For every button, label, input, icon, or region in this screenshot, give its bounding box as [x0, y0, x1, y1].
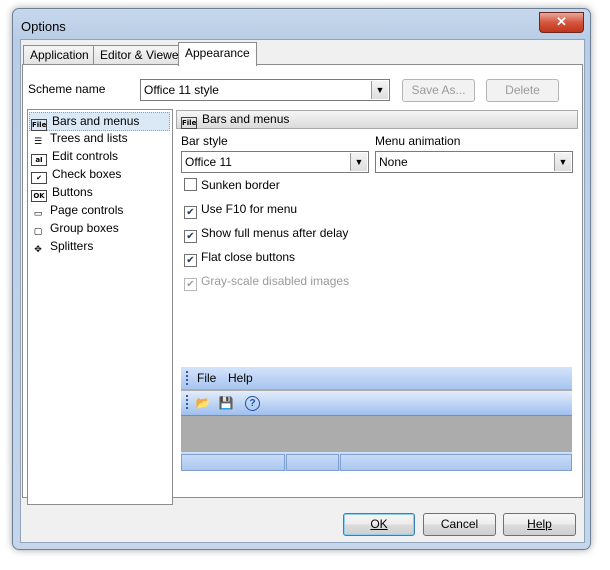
status-pane	[181, 454, 285, 471]
bar-style-label: Bar style	[181, 134, 228, 148]
tab-label: Appearance	[185, 46, 250, 60]
checkbox-label: Use F10 for menu	[201, 202, 298, 216]
tree-item-group-boxes[interactable]: ▢ Group boxes	[30, 220, 119, 237]
checkbox-box[interactable]	[184, 178, 197, 191]
title-bar[interactable]: Options ✕	[13, 9, 590, 39]
tab-label: Application	[30, 48, 89, 62]
menu-animation-select[interactable]: None ▼	[375, 151, 573, 173]
splitter-icon: ✥	[34, 245, 42, 255]
open-folder-icon[interactable]: 📂	[195, 395, 211, 411]
button-label: Cancel	[440, 517, 479, 531]
menu-animation-value: None	[379, 155, 408, 169]
tree-item-bars-and-menus[interactable]: File Bars and menus	[29, 112, 170, 131]
section-header: File Bars and menus	[176, 110, 578, 129]
tree-item-check-boxes[interactable]: ✔ Check boxes	[30, 166, 122, 184]
sunken-border-checkbox[interactable]: Sunken border	[184, 177, 280, 193]
tree-item-edit-controls[interactable]: aI Edit controls	[30, 148, 119, 166]
save-as-button[interactable]: Save As...	[402, 79, 475, 102]
checkbox-icon: ✔	[31, 172, 47, 184]
section-title: Bars and menus	[202, 112, 290, 126]
tree-list-icon: ☰	[33, 137, 43, 147]
tree-item-label: Check boxes	[52, 167, 122, 181]
close-icon: ✕	[556, 14, 567, 29]
tree-item-buttons[interactable]: OK Buttons	[30, 184, 93, 202]
cancel-button[interactable]: Cancel	[423, 513, 496, 536]
checkbox-label: Flat close buttons	[201, 250, 296, 264]
use-f10-checkbox[interactable]: ✔ Use F10 for menu	[184, 201, 298, 219]
preview-menu-file[interactable]: File	[197, 371, 216, 385]
tab-appearance[interactable]: Appearance	[178, 42, 257, 66]
preview-menubar: File Help	[181, 367, 572, 389]
dialog-client: Application Editor & Viewers Appearance …	[20, 39, 585, 543]
button-label: OK	[370, 517, 388, 531]
tree-item-label: Buttons	[52, 185, 93, 199]
menu-animation-label: Menu animation	[375, 134, 461, 148]
bar-style-select[interactable]: Office 11 ▼	[181, 151, 369, 173]
grip-icon	[186, 371, 188, 385]
chevron-down-icon[interactable]: ▼	[554, 153, 571, 171]
menu-icon: File	[181, 117, 197, 129]
checkmark-icon[interactable]: ✔	[184, 254, 197, 267]
status-pane	[286, 454, 339, 471]
tree-item-label: Bars and menus	[52, 114, 140, 128]
chevron-down-icon[interactable]: ▼	[371, 81, 388, 99]
scheme-name-label: Scheme name	[28, 82, 106, 96]
tree-item-splitters[interactable]: ✥ Splitters	[30, 238, 93, 255]
tree-item-trees-and-lists[interactable]: ☰ Trees and lists	[30, 130, 128, 147]
checkbox-label: Gray-scale disabled images	[201, 274, 350, 288]
tree-item-label: Page controls	[50, 203, 124, 217]
tree-item-label: Splitters	[50, 239, 94, 253]
tab-application[interactable]: Application	[23, 45, 96, 65]
group-box-icon: ▢	[33, 227, 43, 237]
preview-statusbar	[181, 452, 572, 471]
edit-control-icon: aI	[31, 154, 47, 166]
bar-style-value: Office 11	[185, 155, 232, 169]
delete-button[interactable]: Delete	[486, 79, 559, 102]
chevron-down-icon[interactable]: ▼	[350, 153, 367, 171]
scheme-name-value: Office 11 style	[144, 83, 219, 97]
flat-close-buttons-checkbox[interactable]: ✔ Flat close buttons	[184, 249, 296, 267]
preview-menu-help[interactable]: Help	[228, 371, 253, 385]
preview-area: File Help 📂 💾 ?	[181, 367, 572, 471]
tab-label: Editor & Viewers	[100, 48, 189, 62]
help-button[interactable]: Help	[503, 513, 576, 536]
checkbox-label: Sunken border	[201, 178, 280, 192]
show-full-menus-checkbox[interactable]: ✔ Show full menus after delay	[184, 225, 349, 243]
checkmark-icon[interactable]: ✔	[184, 278, 197, 291]
save-icon[interactable]: 💾	[218, 395, 234, 411]
tree-item-label: Edit controls	[52, 149, 119, 163]
checkbox-label: Show full menus after delay	[201, 226, 349, 240]
scheme-name-select[interactable]: Office 11 style ▼	[140, 79, 390, 101]
button-label: Help	[527, 517, 552, 531]
grip-icon	[186, 395, 188, 409]
tree-item-page-controls[interactable]: ▭ Page controls	[30, 202, 124, 219]
help-icon[interactable]: ?	[245, 396, 260, 411]
checkmark-icon[interactable]: ✔	[184, 206, 197, 219]
ok-button[interactable]: OK	[343, 513, 415, 536]
preview-toolbar: 📂 💾 ?	[181, 391, 572, 416]
tree-item-label: Trees and lists	[50, 131, 128, 145]
checkmark-icon[interactable]: ✔	[184, 230, 197, 243]
button-icon: OK	[31, 190, 47, 202]
status-pane	[340, 454, 572, 471]
gray-scale-disabled-images-checkbox[interactable]: ✔ Gray-scale disabled images	[184, 273, 350, 291]
window-title: Options	[21, 19, 66, 34]
category-tree[interactable]: File Bars and menus ☰ Trees and lists aI Ed…	[27, 109, 173, 505]
options-window: Options ✕ Application Editor & Viewers A…	[12, 8, 591, 550]
tree-item-label: Group boxes	[50, 221, 119, 235]
page-control-icon: ▭	[33, 209, 43, 219]
close-button[interactable]: ✕	[539, 12, 584, 33]
